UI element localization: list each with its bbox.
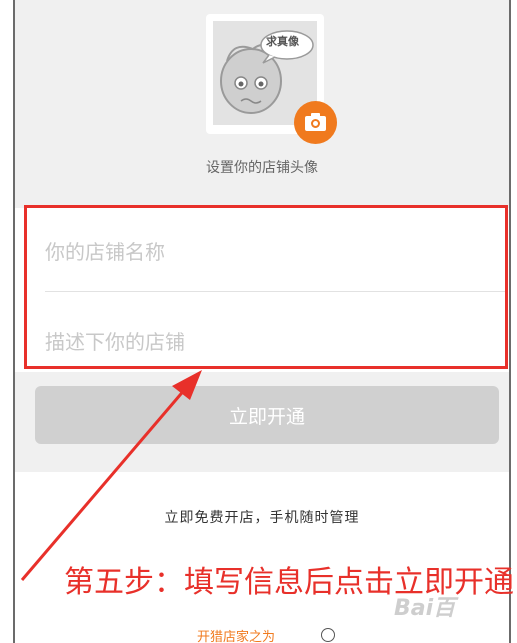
- camera-button[interactable]: [294, 101, 337, 144]
- open-now-button[interactable]: 立即开通: [35, 386, 499, 444]
- bottom-link[interactable]: 开猎店家之为: [197, 626, 275, 643]
- watermark: Bai百: [394, 596, 456, 621]
- slogan-text: 立即免费开店，手机随时管理: [164, 510, 360, 526]
- screenshot-frame: 求真像 设置你的店铺头像 立即开通 立即免费开店，手机随时管理 开猎店家之为: [0, 0, 517, 643]
- app-screen: 求真像 设置你的店铺头像 立即开通 立即免费开店，手机随时管理 开猎店家之为: [15, 0, 509, 643]
- shop-name-input[interactable]: [45, 232, 485, 272]
- camera-icon: [305, 113, 326, 131]
- avatar-caption: 设置你的店铺头像: [206, 160, 318, 176]
- shop-description-input[interactable]: [45, 322, 485, 362]
- speech-bubble-text: 求真像: [266, 35, 299, 48]
- info-icon[interactable]: [321, 628, 335, 642]
- shop-info-form: [25, 210, 507, 370]
- frame-edge-right: [509, 0, 511, 643]
- form-divider: [45, 291, 507, 292]
